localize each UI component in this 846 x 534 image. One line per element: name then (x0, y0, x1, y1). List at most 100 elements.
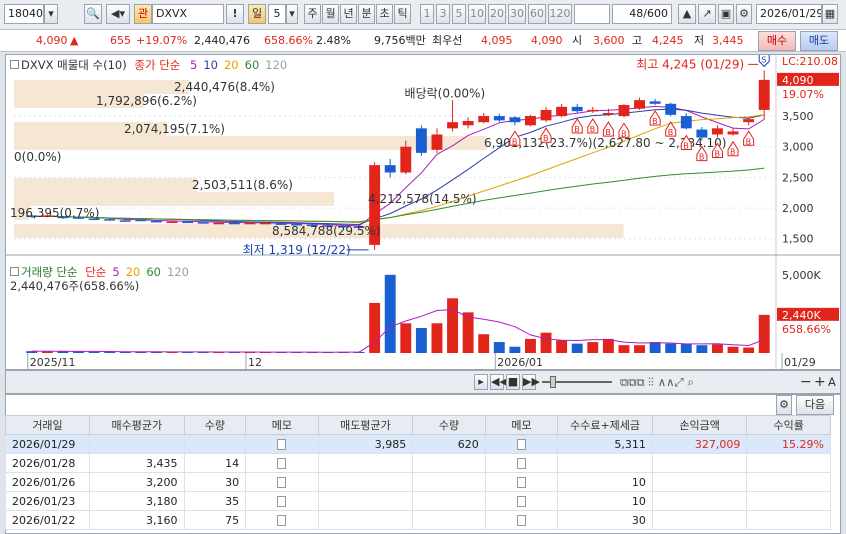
auto-scale-button[interactable]: A (828, 375, 836, 389)
minute-button-10[interactable]: 10 (468, 4, 486, 24)
price-chart[interactable]: 3,500 3,000 2,500 2,000 1,500 5,000K 4,09019.0… (6, 55, 840, 369)
fast-forward-icon[interactable]: ▶▶ (522, 374, 540, 390)
zoom-slider-handle[interactable] (550, 376, 556, 388)
candle-body (447, 122, 458, 129)
memo-cell (245, 510, 319, 530)
minute-button-20[interactable]: 20 (488, 4, 506, 24)
buy-marker-label: B (605, 128, 611, 137)
cell-sell_qty (412, 472, 486, 492)
table-row[interactable]: 2026/01/28 3,435 14 (5, 453, 831, 473)
cell-date: 2026/01/29 (5, 434, 90, 454)
memo-icon[interactable] (277, 515, 287, 526)
buy-button[interactable]: 매수 (758, 31, 796, 51)
table-row[interactable]: 2026/01/26 3,200 30 10 (5, 472, 831, 492)
candle-body (525, 116, 536, 126)
volume-bar (384, 274, 396, 353)
candle-body (260, 222, 271, 225)
count-field[interactable]: 48/600 (612, 4, 672, 24)
memo-cell (484, 434, 559, 454)
settings-icon[interactable]: ⚙ (736, 4, 752, 24)
volume-bar (369, 302, 381, 353)
memo-icon[interactable] (517, 496, 527, 507)
rewind-icon[interactable]: ◀◀ (490, 374, 508, 390)
search-icon[interactable]: 🔍 (84, 4, 102, 24)
table-row[interactable]: 2026/01/23 3,180 35 10 (5, 491, 831, 511)
minute-button-30[interactable]: 30 (508, 4, 526, 24)
open-label: 시 (572, 34, 583, 47)
calendar-icon[interactable]: ▦ (822, 4, 838, 24)
volume-profile-label: 196,395(0.7%) (10, 206, 99, 220)
open-price: 3,600 (593, 34, 625, 47)
interest-tag[interactable]: 관 (134, 4, 152, 24)
buy-marker-label: B (543, 134, 549, 143)
column-header[interactable]: 수수료+제세금 (557, 415, 653, 435)
memo-icon[interactable] (517, 477, 527, 488)
cell-fee: 5,311 (557, 434, 653, 454)
memo-icon[interactable] (517, 439, 527, 450)
volume-checkbox-icon[interactable] (10, 267, 19, 276)
memo-icon[interactable] (277, 458, 287, 469)
period-button-1[interactable]: 월 (322, 4, 339, 24)
save-icon[interactable]: ▣ (718, 4, 734, 24)
chart-area[interactable]: 3,500 3,000 2,500 2,000 1,500 5,000K 4,090 19.0… (5, 54, 841, 370)
zoom-in-button[interactable]: + (814, 374, 826, 390)
y-tick-label: 3,000 (782, 141, 814, 154)
column-header[interactable]: 손익금액 (651, 415, 748, 435)
zoom-out-button[interactable]: − (800, 374, 812, 390)
minute-button-5[interactable]: 5 (452, 4, 466, 24)
column-header[interactable]: 수량 (412, 415, 486, 435)
minute-button-120[interactable]: 120 (548, 4, 572, 24)
memo-icon[interactable] (277, 496, 287, 507)
memo-icon[interactable] (517, 515, 527, 526)
next-button[interactable]: 다음 (796, 395, 834, 415)
period-n-dropdown-icon[interactable]: ▾ (286, 4, 298, 24)
stock-code-input[interactable]: 180400 (4, 4, 44, 24)
last-volume-percent: 658.66% (782, 323, 831, 336)
panel-settings-icon[interactable]: ⚙ (776, 395, 792, 415)
column-header[interactable]: 메모 (484, 415, 559, 435)
sell-button[interactable]: 매도 (800, 31, 838, 51)
volume-bar (400, 323, 412, 353)
memo-icon[interactable] (517, 458, 527, 469)
column-header[interactable]: 매수평균가 (89, 415, 185, 435)
minute-button-60[interactable]: 60 (528, 4, 546, 24)
stop-icon[interactable]: ■ (506, 374, 520, 390)
date-field[interactable]: 2026/01/29 (756, 4, 822, 24)
period-n-input[interactable]: 5 (268, 4, 286, 24)
stock-name-field[interactable]: DXVX (152, 4, 224, 24)
minute-button-1[interactable]: 1 (420, 4, 434, 24)
trend-icon[interactable]: ↗ (698, 4, 716, 24)
period-button-3[interactable]: 분 (358, 4, 375, 24)
code-dropdown-icon[interactable]: ▾ (44, 4, 58, 24)
column-header[interactable]: 메모 (245, 415, 319, 435)
drawing-tools-icon[interactable]: ⧉⧉⧉ ⫶⫶ ∧∧⤢ ⌕ (620, 375, 694, 390)
period-button-4[interactable]: 초 (376, 4, 393, 24)
speaker-icon[interactable]: ◀▾ (106, 4, 130, 24)
volume-bar (571, 343, 583, 353)
cell-ret (746, 510, 831, 530)
volume-legend-label: 거래량 단순 (21, 265, 78, 279)
period-day-button[interactable]: 일 (248, 4, 266, 24)
period-button-0[interactable]: 주 (304, 4, 321, 24)
memo-cell (484, 453, 559, 473)
memo-icon[interactable] (277, 477, 287, 488)
low-label: 저 (694, 34, 705, 47)
low-price: 3,445 (712, 34, 744, 47)
column-header[interactable]: 거래일 (5, 415, 90, 435)
column-header[interactable]: 수량 (183, 415, 247, 435)
alert-button[interactable]: ! (226, 4, 244, 24)
column-header[interactable]: 매도평균가 (317, 415, 414, 435)
chart-tool-icon[interactable]: ▲ (678, 4, 696, 24)
blank-field[interactable] (574, 4, 610, 24)
memo-icon[interactable] (277, 439, 287, 450)
volume-bar (696, 345, 708, 353)
minute-button-3[interactable]: 3 (436, 4, 450, 24)
table-row[interactable]: 2026/01/29 3,985 620 5,311 327,009 15.29% (5, 434, 831, 454)
legend-checkbox-icon[interactable] (10, 60, 19, 69)
scroll-left-icon[interactable]: ▸ (474, 374, 488, 390)
period-button-2[interactable]: 년 (340, 4, 357, 24)
table-row[interactable]: 2026/01/22 3,160 75 30 (5, 510, 831, 530)
column-header[interactable]: 수익률 (746, 415, 831, 435)
period-button-5[interactable]: 틱 (394, 4, 411, 24)
candle-body (618, 105, 630, 117)
